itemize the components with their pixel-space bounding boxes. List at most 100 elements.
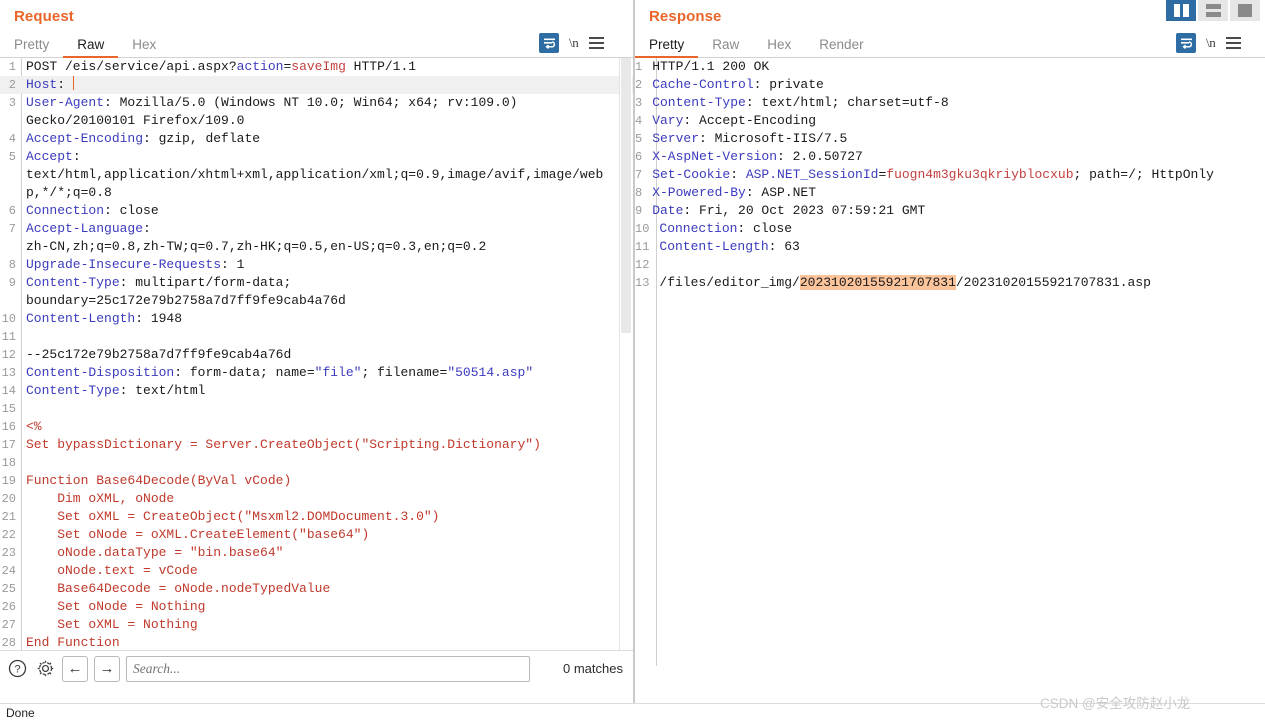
response-newline-icon[interactable]: \n bbox=[1206, 35, 1216, 51]
code-token: Connection bbox=[659, 221, 738, 236]
response-editor[interactable]: 1 HTTP/1.1 200 OK 2 Cache-Control: private 3… bbox=[635, 58, 1265, 666]
line-text: Content-Type: multipart/form-data; bbox=[21, 274, 291, 292]
layout-split-horizontal-button[interactable] bbox=[1198, 0, 1228, 21]
line-number: 12 bbox=[1, 348, 16, 362]
layout-split-vertical-button[interactable] bbox=[1166, 0, 1196, 21]
response-word-wrap-icon[interactable] bbox=[1176, 33, 1196, 53]
line-text: zh-CN,zh;q=0.8,zh-TW;q=0.7,zh-HK;q=0.5,e… bbox=[21, 238, 486, 256]
split-horizontal-icon bbox=[1205, 4, 1221, 17]
line-text: /files/editor_img/20231020155921707831/2… bbox=[654, 274, 1151, 292]
code-token: ; path=/; HttpOnly bbox=[1073, 167, 1214, 182]
line-number: 16 bbox=[1, 420, 16, 434]
line-text: Dim oXML, oNode bbox=[21, 490, 174, 508]
line-number: 23 bbox=[1, 546, 16, 560]
line-text: Connection: close bbox=[21, 202, 159, 220]
code-line: 23 oNode.dataType = "bin.base64" bbox=[0, 544, 633, 562]
request-search-bar: ? ← → 0 matches bbox=[0, 650, 633, 686]
line-number: 4 bbox=[8, 132, 16, 146]
line-text: Accept-Encoding: gzip, deflate bbox=[21, 130, 260, 148]
code-line: 2 Cache-Control: private bbox=[635, 76, 1265, 94]
code-line: 5 Accept: bbox=[0, 148, 633, 166]
code-token: action bbox=[236, 59, 284, 74]
code-token: oNode.dataType = "bin.base64" bbox=[26, 545, 284, 560]
request-tab-hex[interactable]: Hex bbox=[118, 32, 170, 58]
code-token: Content-Length bbox=[26, 311, 136, 326]
code-token: zh-CN,zh;q=0.8,zh-TW;q=0.7,zh-HK;q=0.5,e… bbox=[26, 239, 487, 254]
code-token: Content-Length bbox=[659, 239, 769, 254]
code-line: 19 Function Base64Decode(ByVal vCode) bbox=[0, 472, 633, 490]
request-vertical-scrollbar[interactable] bbox=[619, 58, 632, 666]
response-hamburger-menu-icon[interactable] bbox=[1225, 35, 1241, 51]
line-text: Content-Type: text/html; charset=utf-8 bbox=[647, 94, 948, 112]
code-token: HTTP/1.1 200 OK bbox=[652, 59, 770, 74]
request-settings-gear-icon[interactable] bbox=[34, 658, 56, 680]
code-token: Set-Cookie bbox=[652, 167, 731, 182]
code-token: POST /eis/service/api.aspx? bbox=[26, 59, 237, 74]
line-number: 2 bbox=[8, 78, 16, 92]
line-text: oNode.dataType = "bin.base64" bbox=[21, 544, 283, 562]
code-line: 24 oNode.text = vCode bbox=[0, 562, 633, 580]
request-match-count: 0 matches bbox=[563, 661, 623, 676]
code-token: Host bbox=[26, 77, 58, 92]
code-line: 13 Content-Disposition: form-data; name="… bbox=[0, 364, 633, 382]
line-text: Content-Length: 63 bbox=[654, 238, 799, 256]
code-token: : bbox=[72, 149, 81, 164]
request-word-wrap-icon[interactable] bbox=[539, 33, 559, 53]
burp-repeater-window: Request Pretty Raw Hex \n 1 POST /eis/ser… bbox=[0, 0, 1265, 720]
code-token: "file" bbox=[314, 365, 362, 380]
request-tab-raw[interactable]: Raw bbox=[63, 32, 119, 58]
status-bar: Done bbox=[0, 703, 1265, 720]
line-number: 19 bbox=[1, 474, 16, 488]
line-number: 11 bbox=[1, 330, 16, 344]
request-hamburger-menu-icon[interactable] bbox=[588, 35, 604, 51]
code-token: : 1948 bbox=[135, 311, 183, 326]
line-number: 13 bbox=[635, 276, 650, 290]
response-tab-render[interactable]: Render bbox=[805, 32, 877, 58]
request-newline-icon[interactable]: \n bbox=[569, 35, 579, 51]
code-line: 22 Set oNode = oXML.CreateElement("base6… bbox=[0, 526, 633, 544]
line-number: 6 bbox=[8, 204, 16, 218]
response-panel-title: Response bbox=[649, 8, 722, 25]
line-text: Accept: bbox=[21, 148, 81, 166]
line-number: 24 bbox=[1, 564, 16, 578]
code-token: : close bbox=[737, 221, 793, 236]
request-help-icon[interactable]: ? bbox=[6, 658, 28, 680]
code-token: <% bbox=[26, 419, 42, 434]
code-token: Date bbox=[652, 203, 684, 218]
request-search-prev-button[interactable]: ← bbox=[62, 655, 88, 682]
line-number: 8 bbox=[8, 258, 16, 272]
code-token: Upgrade-Insecure-Requests bbox=[26, 257, 222, 272]
code-line: 5 Server: Microsoft-IIS/7.5 bbox=[635, 130, 1265, 148]
response-tab-pretty[interactable]: Pretty bbox=[635, 32, 699, 58]
layout-single-pane-button[interactable] bbox=[1230, 0, 1260, 21]
request-search-next-button[interactable]: → bbox=[94, 655, 120, 682]
code-line: 9 Content-Type: multipart/form-data; bbox=[0, 274, 633, 292]
code-token: Set oNode = oXML.CreateElement("base64") bbox=[26, 527, 370, 542]
code-token: Set oNode = Nothing bbox=[26, 599, 206, 614]
code-line: 1 POST /eis/service/api.aspx?action=saveI… bbox=[0, 58, 633, 76]
line-text: Set-Cookie: ASP.NET_SessionId=fuogn4m3gk… bbox=[647, 166, 1214, 184]
code-token: p,*/*;q=0.8 bbox=[26, 185, 112, 200]
code-token: "50514.asp" bbox=[447, 365, 534, 380]
code-line: 17 Set bypassDictionary = Server.CreateOb… bbox=[0, 436, 633, 454]
line-number: 27 bbox=[1, 618, 16, 632]
pane-divider[interactable] bbox=[633, 0, 635, 703]
line-text: Accept-Language: bbox=[21, 220, 151, 238]
line-number: 1 bbox=[8, 60, 16, 74]
code-token: : bbox=[143, 221, 151, 236]
line-text: --25c172e79b2758a7d7ff9fe9cab4a76d bbox=[21, 346, 291, 364]
request-search-input[interactable] bbox=[126, 655, 530, 682]
line-text: Content-Disposition: form-data; name="fi… bbox=[21, 364, 533, 382]
line-number: 11 bbox=[635, 240, 650, 254]
line-number: 9 bbox=[8, 276, 16, 290]
line-number: 13 bbox=[1, 366, 16, 380]
request-tab-pretty[interactable]: Pretty bbox=[0, 32, 63, 58]
code-line: Gecko/20100101 Firefox/109.0 bbox=[0, 112, 633, 130]
line-number: 26 bbox=[1, 600, 16, 614]
request-editor[interactable]: 1 POST /eis/service/api.aspx?action=saveI… bbox=[0, 58, 633, 666]
response-tab-raw[interactable]: Raw bbox=[698, 32, 753, 58]
code-line: 11 bbox=[0, 328, 633, 346]
code-line: 26 Set oNode = Nothing bbox=[0, 598, 633, 616]
response-tab-hex[interactable]: Hex bbox=[753, 32, 805, 58]
request-scrollbar-thumb[interactable] bbox=[621, 58, 631, 333]
